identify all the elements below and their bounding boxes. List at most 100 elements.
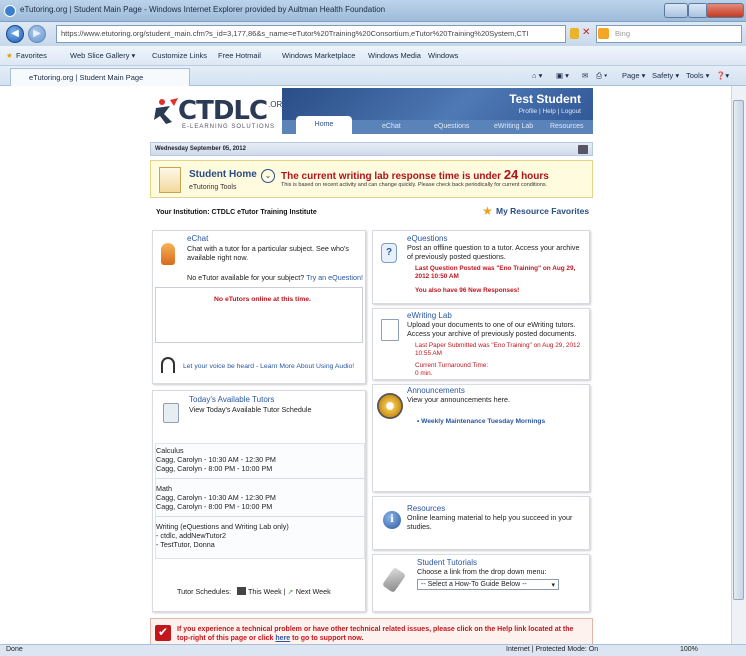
next-week-link[interactable]: Next Week: [296, 587, 331, 596]
tutors-title[interactable]: Today's Available Tutors: [189, 395, 274, 404]
announcement-item[interactable]: • Weekly Maintenance Tuesday Mornings: [417, 417, 545, 426]
back-button[interactable]: ◀: [6, 25, 24, 43]
protected-mode: Internet | Protected Mode: On: [506, 646, 599, 653]
announcement-item-text: Weekly Maintenance Tuesday Mornings: [421, 418, 546, 425]
favorites-bar: ★ Favorites Web Slice Gallery ▾ Customiz…: [0, 46, 746, 66]
tools-menu[interactable]: Tools ▾: [686, 71, 709, 80]
feeds-cmd-icon[interactable]: ▣ ▾: [556, 71, 569, 80]
fav-link-hotmail[interactable]: Free Hotmail: [218, 51, 261, 60]
try-equestion-link[interactable]: Try an eQuestion!: [306, 273, 363, 282]
tutor-line: Cagg, Carolyn - 10:30 AM - 12:30 PM: [156, 493, 276, 502]
browser-tab[interactable]: eTutoring.org | Student Main Page: [10, 68, 190, 86]
how-to-guide-select[interactable]: -- Select a How-To Guide Below -- ▾: [417, 579, 559, 590]
ie-icon: [4, 5, 16, 17]
this-week-link[interactable]: This Week: [248, 587, 282, 596]
help-cmd-icon[interactable]: ❓▾: [716, 71, 729, 80]
response-prefix: The current writing lab response time is…: [281, 171, 502, 182]
safety-menu[interactable]: Safety ▾: [652, 71, 679, 80]
search-input[interactable]: Bing: [596, 25, 742, 43]
turnaround-value: 0 min.: [415, 370, 433, 377]
stop-icon[interactable]: ✕: [582, 28, 592, 39]
forward-button[interactable]: ▶: [28, 25, 46, 43]
tab-ewriting-lab[interactable]: eWriting Lab: [494, 123, 533, 130]
response-suffix: hours: [521, 171, 549, 182]
tab-resources[interactable]: Resources: [550, 123, 583, 130]
tutorials-title[interactable]: Student Tutorials: [417, 558, 477, 567]
date-bar: Wednesday September 05, 2012: [150, 142, 593, 156]
tutor-schedules-label: Tutor Schedules:: [177, 587, 232, 596]
site-header: CTDLC .ORG E-LEARNING SOLUTIONS Test Stu…: [150, 86, 593, 134]
print-cmd-icon[interactable]: ⎙ ▾: [596, 71, 607, 81]
fav-link-media[interactable]: Windows Media: [368, 51, 421, 60]
question-icon: ?: [381, 243, 397, 263]
support-here-link[interactable]: here: [275, 635, 290, 642]
ewriting-title[interactable]: eWriting Lab: [407, 311, 452, 320]
lock-icon[interactable]: [570, 28, 579, 39]
close-window-button[interactable]: [706, 3, 744, 18]
status-text: Done: [6, 646, 23, 653]
checkmark-icon: ✔: [155, 625, 171, 641]
star-icon: ★: [482, 204, 493, 218]
announcements-title[interactable]: Announcements: [407, 386, 465, 395]
echat-title[interactable]: eChat: [187, 234, 208, 243]
logo-text: CTDLC: [178, 96, 268, 126]
fav-link-webslice[interactable]: Web Slice Gallery ▾: [70, 51, 135, 60]
resources-panel: i Resources Online learning material to …: [372, 496, 590, 550]
minimize-button[interactable]: [664, 3, 688, 18]
address-bar[interactable]: https://www.etutoring.org/student_main.c…: [56, 25, 566, 43]
resources-title[interactable]: Resources: [407, 504, 445, 513]
next-arrow-icon: ➚: [287, 587, 294, 596]
logo-figure-icon: [154, 98, 178, 124]
support-banner: ✔ If you experience a technical problem …: [150, 618, 593, 646]
tutors-panel: Today's Available Tutors View Today's Av…: [152, 390, 366, 612]
divider: [156, 516, 366, 517]
tab-home[interactable]: Home: [296, 116, 352, 134]
maximize-button[interactable]: [688, 3, 708, 18]
student-home-title: Student Home: [189, 169, 257, 180]
equestions-title[interactable]: eQuestions: [407, 234, 447, 243]
user-name: Test Student: [509, 92, 581, 106]
tutor-line: Cagg, Carolyn - 8:00 PM - 10:00 PM: [156, 464, 273, 473]
user-links[interactable]: Profile | Help | Logout: [519, 108, 581, 115]
bing-icon: [598, 28, 609, 39]
tutor-schedule-list: Calculus Cagg, Carolyn - 10:30 AM - 12:3…: [155, 443, 366, 559]
tutor-schedules-row: Tutor Schedules: This Week | ➚ Next Week: [177, 587, 331, 596]
zoom-level[interactable]: 100%: [680, 646, 698, 653]
home-cmd-icon[interactable]: ⌂ ▾: [532, 71, 542, 80]
search-placeholder: Bing: [615, 29, 631, 38]
announcements-panel: Announcements View your announcements he…: [372, 384, 590, 492]
current-date: Wednesday September 05, 2012: [155, 146, 246, 152]
echat-panel: eChat Chat with a tutor for a particular…: [152, 230, 366, 384]
window-title: eTutoring.org | Student Main Page - Wind…: [20, 5, 386, 14]
tab-echat[interactable]: eChat: [382, 123, 401, 130]
window-titlebar: eTutoring.org | Student Main Page - Wind…: [0, 0, 746, 22]
fav-link-customize[interactable]: Customize Links: [152, 51, 207, 60]
resource-favorites-link[interactable]: My Resource Favorites: [496, 206, 589, 216]
print-icon[interactable]: [578, 145, 588, 154]
ctdlc-logo[interactable]: CTDLC .ORG E-LEARNING SOLUTIONS: [150, 92, 288, 132]
tab-equestions[interactable]: eQuestions: [434, 123, 469, 130]
page-menu[interactable]: Page ▾: [622, 71, 645, 80]
scrollbar-thumb[interactable]: [733, 100, 744, 600]
subject-math: Math: [156, 484, 172, 493]
audio-link[interactable]: Let your voice be heard - Learn More Abo…: [183, 362, 354, 371]
fav-link-windows[interactable]: Windows: [428, 51, 458, 60]
new-responses[interactable]: You also have 96 New Responses!: [415, 287, 519, 295]
favorites-star-icon[interactable]: ★: [6, 51, 13, 60]
pencil-paper-icon: [381, 319, 399, 341]
response-time-subtext: This is based on recent activity and can…: [281, 182, 548, 188]
tab-row: eTutoring.org | Student Main Page ⌂ ▾ ▣ …: [0, 66, 746, 86]
announcements-desc: View your announcements here.: [407, 395, 510, 404]
main-nav: Home eChat eQuestions eWriting Lab Resou…: [282, 116, 593, 134]
mail-cmd-icon[interactable]: ✉: [582, 71, 588, 80]
student-home-alert: Student Home eTutoring Tools ⌄ The curre…: [150, 160, 593, 198]
favorites-button[interactable]: Favorites: [16, 51, 47, 60]
chevron-down-icon[interactable]: ⌄: [261, 169, 275, 183]
site-container: CTDLC .ORG E-LEARNING SOLUTIONS Test Stu…: [150, 86, 593, 646]
support-text: If you experience a technical problem or…: [177, 625, 587, 643]
tutor-line: - TestTutor, Donna: [156, 540, 215, 549]
fav-link-marketplace[interactable]: Windows Marketplace: [282, 51, 355, 60]
support-text-a: If you experience a technical problem or…: [177, 626, 574, 642]
etutoring-tools-label: eTutoring Tools: [189, 184, 237, 191]
ewriting-desc: Upload your documents to one of our eWri…: [407, 320, 577, 339]
